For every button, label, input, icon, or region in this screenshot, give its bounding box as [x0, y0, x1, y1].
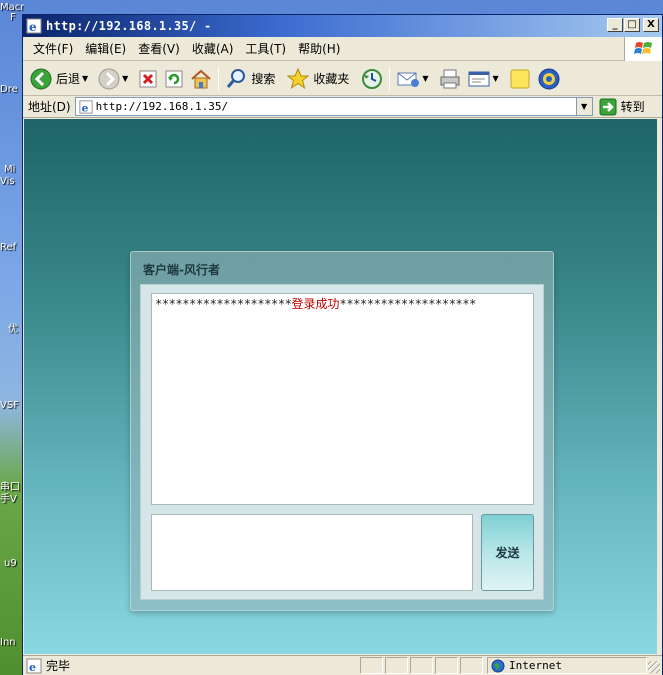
- menu-file[interactable]: 文件(F): [29, 40, 81, 57]
- globe-icon: [491, 659, 505, 672]
- page-done-icon: e: [26, 658, 42, 674]
- menu-help[interactable]: 帮助(H): [294, 40, 348, 57]
- back-label: 后退: [56, 72, 81, 86]
- close-button[interactable]: X: [643, 18, 659, 32]
- window-title: http://192.168.1.35/ -: [46, 19, 212, 33]
- zone-label: Internet: [509, 659, 562, 672]
- maximize-button[interactable]: □: [624, 18, 640, 32]
- back-arrow-icon: [30, 68, 52, 89]
- chevron-down-icon[interactable]: ▼: [493, 74, 499, 83]
- minimize-button[interactable]: _: [607, 18, 623, 32]
- messenger-icon: [538, 68, 560, 89]
- address-value: http://192.168.1.35/: [95, 100, 229, 113]
- desktop-icon-label[interactable]: Dre: [0, 84, 24, 95]
- favorites-label: 收藏夹: [313, 72, 350, 86]
- svg-text:e: e: [81, 102, 88, 114]
- forward-button[interactable]: ▼: [95, 65, 135, 93]
- messenger-button[interactable]: [534, 65, 564, 93]
- printer-icon: [440, 69, 460, 88]
- address-input[interactable]: e http://192.168.1.35/ ▼: [74, 97, 593, 116]
- chevron-down-icon[interactable]: ▼: [422, 74, 428, 83]
- status-text: 完毕: [46, 659, 71, 673]
- title-bar[interactable]: e http://192.168.1.35/ - _ □ X: [23, 15, 662, 37]
- chat-panel: 客户端-风行者 ********************登录成功********…: [130, 251, 554, 611]
- message-stars-right: ********************: [339, 297, 477, 311]
- page-content: 客户端-风行者 ********************登录成功********…: [24, 119, 657, 654]
- refresh-icon: [165, 70, 183, 87]
- login-success-text: 登录成功: [291, 297, 340, 311]
- history-button[interactable]: [358, 65, 386, 93]
- send-button[interactable]: 发送: [481, 514, 534, 591]
- message-log[interactable]: ********************登录成功****************…: [151, 293, 534, 505]
- go-arrow-icon: [599, 98, 617, 115]
- edit-page-icon: [468, 71, 490, 86]
- mail-icon: [397, 72, 420, 87]
- message-input[interactable]: [151, 514, 473, 591]
- resize-grip[interactable]: [648, 661, 660, 673]
- ie-page-icon: e: [79, 99, 93, 114]
- security-zone: Internet: [487, 657, 647, 674]
- panel-title: 客户端-风行者: [143, 263, 220, 277]
- home-icon: [191, 69, 211, 88]
- home-button[interactable]: [187, 65, 215, 93]
- search-label: 搜索: [251, 72, 276, 86]
- chevron-down-icon[interactable]: ▼: [122, 74, 128, 83]
- favorites-button[interactable]: 收藏夹: [284, 65, 352, 93]
- windows-logo-icon: [624, 37, 662, 61]
- menu-view[interactable]: 查看(V): [134, 40, 188, 57]
- go-button[interactable]: 转到: [599, 98, 645, 116]
- notes-button[interactable]: [506, 65, 534, 93]
- browser-window: e http://192.168.1.35/ - _ □ X 文件(F) 编辑(…: [22, 14, 663, 675]
- mail-button[interactable]: ▼: [393, 65, 435, 93]
- message-stars-left: ********************: [155, 297, 292, 311]
- go-label: 转到: [620, 100, 645, 114]
- stop-icon: [139, 70, 157, 87]
- desktop-icon-label[interactable]: VSF: [0, 400, 24, 411]
- toolbar: 后退 ▼ ▼ 搜索 收藏夹 ▼ ▼: [23, 62, 662, 96]
- edit-button[interactable]: ▼: [464, 65, 506, 93]
- search-button[interactable]: 搜索: [222, 65, 278, 93]
- svg-text:e: e: [29, 661, 36, 674]
- desktop-icon-label[interactable]: Vis: [0, 176, 24, 187]
- desktop-icon-label[interactable]: 手V: [0, 490, 24, 505]
- refresh-button[interactable]: [161, 65, 187, 93]
- print-button[interactable]: [436, 65, 464, 93]
- forward-arrow-icon: [98, 68, 120, 89]
- star-icon: [287, 67, 310, 89]
- menu-favorites[interactable]: 收藏(A): [188, 40, 242, 57]
- desktop-icon-label[interactable]: Ref: [0, 242, 24, 253]
- panel-body: ********************登录成功****************…: [140, 284, 544, 600]
- history-icon: [362, 68, 383, 89]
- chevron-down-icon[interactable]: ▼: [575, 98, 592, 115]
- chevron-down-icon[interactable]: ▼: [82, 74, 88, 83]
- address-label: 地址(D): [28, 100, 71, 114]
- status-bar: e 完毕 Internet: [23, 655, 662, 675]
- ie-page-icon: e: [26, 18, 42, 34]
- stop-button[interactable]: [135, 65, 161, 93]
- desktop-icon-label[interactable]: Inn: [0, 637, 24, 648]
- svg-text:e: e: [29, 20, 37, 34]
- back-button[interactable]: 后退 ▼: [27, 65, 95, 93]
- scrollbar[interactable]: [657, 119, 662, 654]
- sticky-note-icon: [510, 69, 530, 88]
- menu-edit[interactable]: 编辑(E): [81, 40, 134, 57]
- menu-bar: 文件(F) 编辑(E) 查看(V) 收藏(A) 工具(T) 帮助(H): [23, 37, 662, 61]
- menu-tools[interactable]: 工具(T): [241, 40, 294, 57]
- search-icon: [227, 68, 246, 88]
- address-bar: 地址(D) e http://192.168.1.35/ ▼ 转到: [23, 96, 662, 118]
